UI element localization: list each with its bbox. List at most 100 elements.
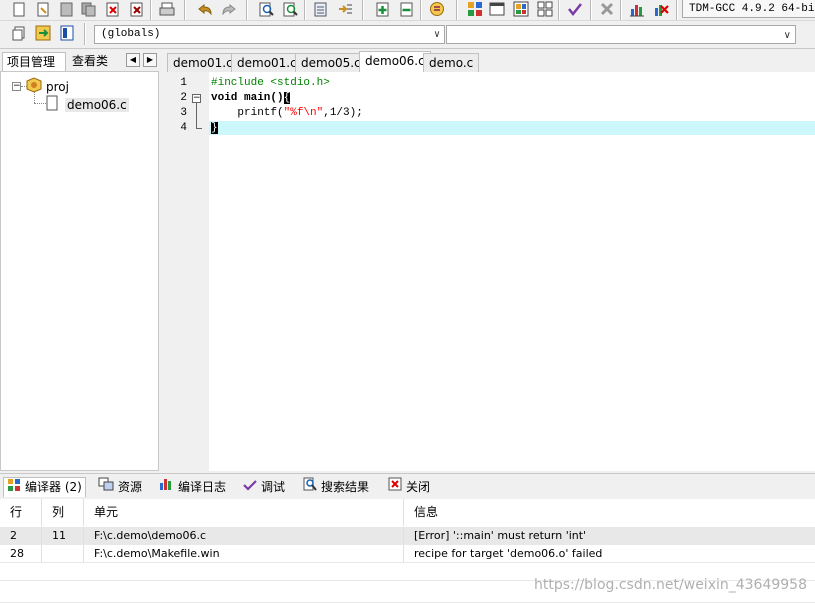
compile-icon[interactable] xyxy=(466,1,484,17)
tree-item-file[interactable]: demo06.c xyxy=(46,95,129,114)
stop-icon[interactable] xyxy=(598,1,616,17)
bar-chart-icon xyxy=(158,477,174,497)
syntax-check-icon[interactable] xyxy=(566,1,584,17)
chevron-down-icon: ∨ xyxy=(783,30,791,41)
tree-item-file-label: demo06.c xyxy=(65,97,129,112)
tab-demo06-c[interactable]: demo06.c xyxy=(359,51,431,72)
project-icon xyxy=(26,77,42,96)
cell-column: 11 xyxy=(42,527,84,544)
scope-combo[interactable]: (globals) ∨ xyxy=(94,25,445,44)
toolbar-separator xyxy=(420,0,422,20)
project-options-icon[interactable] xyxy=(428,1,446,17)
tab-compiler-label: 编译器 (2) xyxy=(25,480,82,494)
close-icon xyxy=(388,477,402,497)
keyword-void: void xyxy=(211,92,238,104)
table-row[interactable]: 2 11 F:\c.demo\demo06.c [Error] '::main'… xyxy=(0,527,815,545)
tab-class-browser[interactable]: 查看类 xyxy=(68,52,122,71)
tab-resources[interactable]: 资源 xyxy=(95,477,145,497)
code-editor[interactable]: 1 2 3 4 − #include <stdio.h> void main()… xyxy=(165,72,815,471)
run-icon[interactable] xyxy=(488,1,506,17)
new-file-icon[interactable] xyxy=(10,1,28,17)
tab-demo-c[interactable]: demo.c xyxy=(423,53,480,72)
column-header-unit[interactable]: 单元 xyxy=(84,499,404,526)
tab-compiler[interactable]: 编译器 (2) xyxy=(3,477,86,497)
goto-line-icon[interactable] xyxy=(336,1,354,17)
tab-compile-log[interactable]: 编译日志 xyxy=(155,477,229,497)
fold-line xyxy=(196,103,197,129)
tab-project-manager[interactable]: 项目管理 xyxy=(2,52,66,71)
delete-profile-icon[interactable] xyxy=(652,1,670,17)
toolbar-separator xyxy=(558,0,560,20)
tab-demo01-c-second[interactable]: demo01.c xyxy=(231,53,303,72)
open-file-icon[interactable] xyxy=(34,1,52,17)
column-header-message[interactable]: 信息 xyxy=(404,499,815,526)
toggle-bookmark-icon[interactable] xyxy=(312,1,330,17)
line-gutter: 1 2 3 4 − xyxy=(165,72,209,471)
code-line-3: printf("%f\n",1/3); xyxy=(211,107,362,119)
toolbar-separator xyxy=(456,0,458,20)
scroll-right-icon[interactable]: ▶ xyxy=(143,53,157,67)
line-number: 1 xyxy=(180,77,187,89)
tab-close[interactable]: 关闭 xyxy=(385,477,433,497)
column-header-line[interactable]: 行 xyxy=(0,499,42,526)
compile-run-icon[interactable] xyxy=(512,1,530,17)
toggle-panel-icon[interactable] xyxy=(58,25,76,41)
matched-brace: { xyxy=(283,92,291,104)
collapse-toggle-icon[interactable]: − xyxy=(12,82,21,91)
chevron-down-icon: ∨ xyxy=(433,30,440,41)
toolbar-separator xyxy=(620,0,622,20)
compiler-select[interactable]: TDM-GCC 4.9.2 64-bit Release xyxy=(682,0,815,18)
save-icon[interactable] xyxy=(58,1,76,17)
matched-brace: } xyxy=(211,122,218,134)
save-all-icon[interactable] xyxy=(80,1,98,17)
bottom-panel-tabs: 编译器 (2) 资源 编译日志 调试 搜索结果 关闭 xyxy=(0,473,815,499)
tree-item-project-label: proj xyxy=(46,79,69,94)
print-icon[interactable] xyxy=(158,1,176,17)
new-class-icon[interactable] xyxy=(10,25,28,41)
replace-icon[interactable] xyxy=(282,1,300,17)
find-icon[interactable] xyxy=(258,1,276,17)
rebuild-all-icon[interactable] xyxy=(536,1,554,17)
cell-message: [Error] '::main' must return 'int' xyxy=(414,529,587,542)
undo-icon[interactable] xyxy=(196,1,214,17)
search-icon xyxy=(303,477,317,497)
left-panel-tabs: 项目管理 查看类 ◀ ▶ xyxy=(0,50,162,71)
call-prefix: printf( xyxy=(211,107,284,119)
function-combo[interactable]: ∨ xyxy=(446,25,796,44)
profile-chart-icon[interactable] xyxy=(628,1,646,17)
table-row[interactable]: 28 F:\c.demo\Makefile.win recipe for tar… xyxy=(0,545,815,563)
line-number: 3 xyxy=(180,107,187,119)
remove-from-project-icon[interactable] xyxy=(398,1,416,17)
toolbar-separator xyxy=(362,0,364,20)
add-to-project-icon[interactable] xyxy=(374,1,392,17)
redo-icon[interactable] xyxy=(220,1,238,17)
resources-icon xyxy=(98,477,114,497)
insert-icon[interactable] xyxy=(34,25,52,41)
fold-toggle-icon[interactable]: − xyxy=(192,94,201,103)
toolbar-separator xyxy=(184,0,186,20)
main-toolbar: TDM-GCC 4.9.2 64-bit Release xyxy=(0,0,815,21)
toolbar-separator xyxy=(590,0,592,20)
preprocessor-directive: #include <stdio.h> xyxy=(211,77,330,89)
toolbar-separator xyxy=(304,0,306,20)
column-header-column[interactable]: 列 xyxy=(42,499,84,526)
toolbar-separator xyxy=(676,0,678,20)
tab-search-results[interactable]: 搜索结果 xyxy=(300,477,372,497)
close-file-icon[interactable] xyxy=(104,1,122,17)
cell-unit: F:\c.demo\demo06.c xyxy=(84,527,404,544)
editor-tabs: demo01.c demo01.c demo05.c demo06.c demo… xyxy=(163,50,815,72)
tab-demo05-c[interactable]: demo05.c xyxy=(295,53,367,72)
cell-column xyxy=(42,545,84,562)
current-line-highlight xyxy=(209,121,815,135)
close-all-icon[interactable] xyxy=(128,1,146,17)
line-number: 4 xyxy=(180,122,187,134)
toolbar-separator xyxy=(246,0,248,20)
tree-item-project[interactable]: proj xyxy=(26,77,69,96)
tab-debug-label: 调试 xyxy=(261,479,286,494)
cell-unit: F:\c.demo\Makefile.win xyxy=(84,545,404,562)
scope-combo-value: (globals) xyxy=(101,28,161,40)
toolbar-separator xyxy=(84,23,86,45)
scroll-left-icon[interactable]: ◀ xyxy=(126,53,140,67)
tab-debug[interactable]: 调试 xyxy=(240,477,288,497)
tab-demo01-c[interactable]: demo01.c xyxy=(167,53,239,72)
